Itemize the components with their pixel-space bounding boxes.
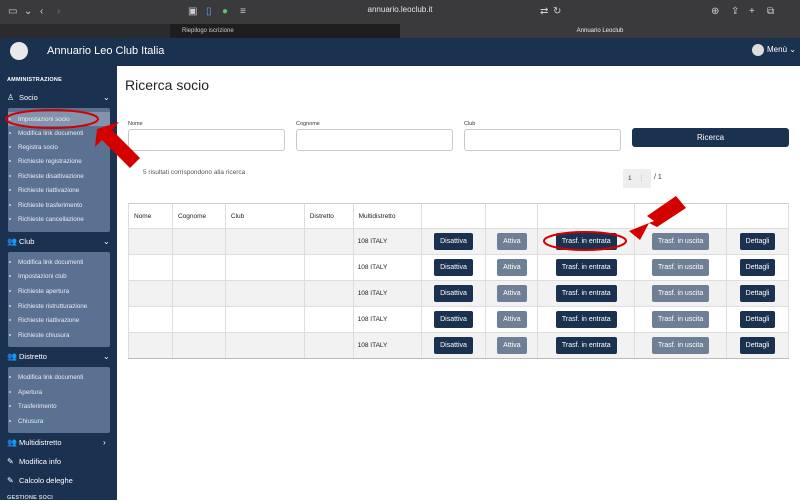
annotation-circle-trasf-entrata <box>543 231 627 251</box>
annotation-arrow-sidebar <box>95 122 140 168</box>
annotation-arrow-trasf-entrata <box>629 196 686 240</box>
annotation-circle-sidebar <box>5 109 99 129</box>
annotation-overlay <box>5 109 686 251</box>
